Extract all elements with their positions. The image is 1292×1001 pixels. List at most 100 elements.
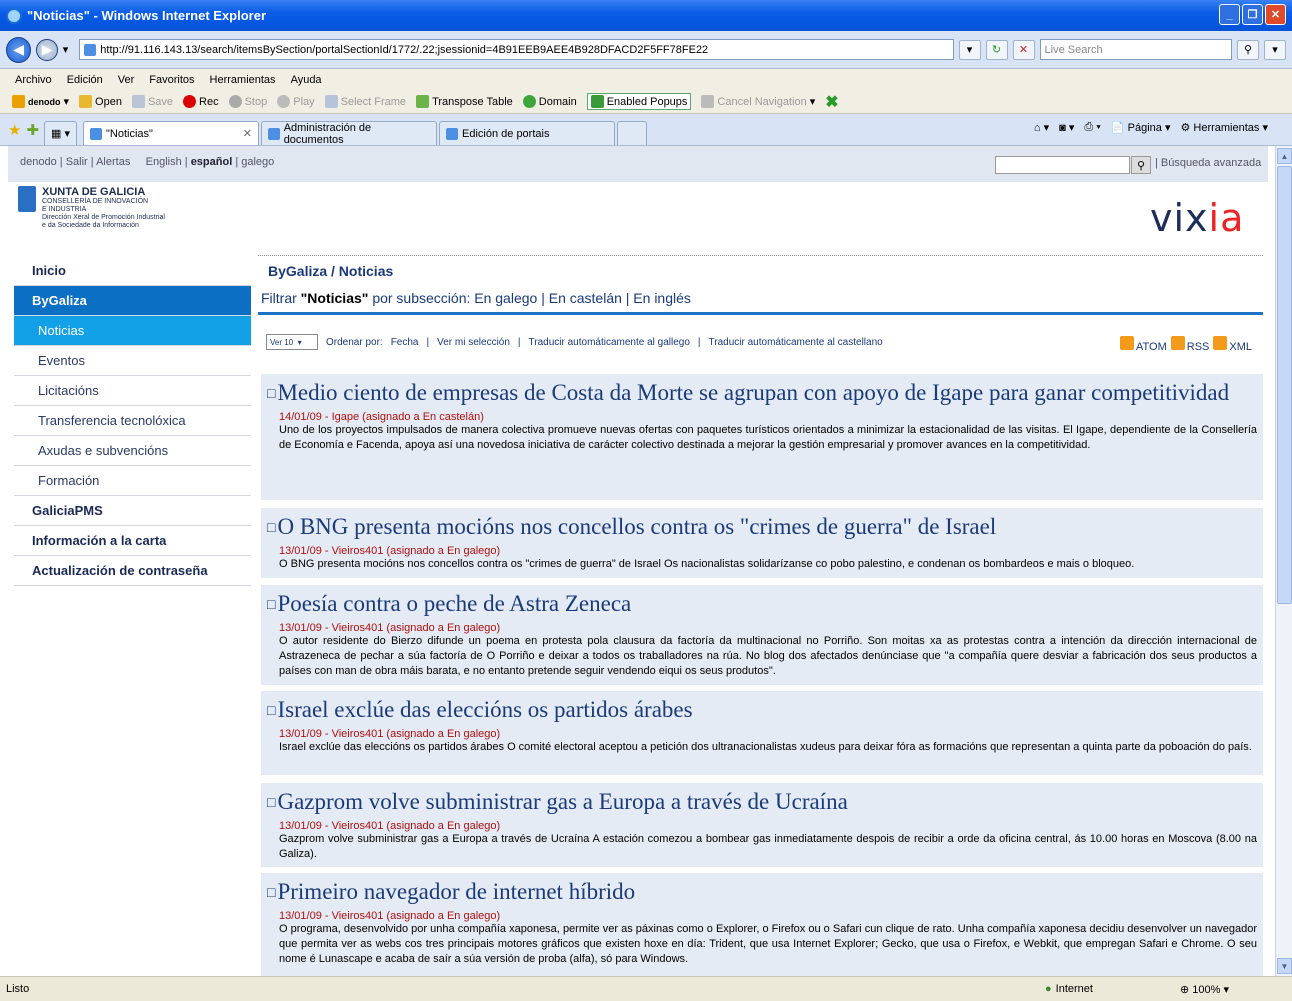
checkbox-icon[interactable]: □ bbox=[267, 598, 275, 613]
close-toolbar-icon[interactable]: ✖ bbox=[825, 92, 838, 112]
alertas-link[interactable]: Alertas bbox=[96, 156, 130, 168]
url-text: http://91.116.143.13/search/itemsBySecti… bbox=[100, 43, 709, 56]
xunta-logo[interactable]: XUNTA DE GALICIA CONSELLERÍA DE INNOVACI… bbox=[18, 186, 165, 230]
menu-ayuda[interactable]: Ayuda bbox=[291, 74, 322, 86]
site-search-input[interactable] bbox=[995, 156, 1130, 174]
url-input[interactable]: http://91.116.143.13/search/itemsBySecti… bbox=[79, 39, 954, 60]
filter-subsections[interactable]: por subsección: En galego | En castelán … bbox=[372, 290, 691, 306]
menu-edicion[interactable]: Edición bbox=[67, 74, 103, 86]
search-icon[interactable]: ⚲ bbox=[1237, 39, 1259, 60]
tab-administracion[interactable]: Administración de documentos bbox=[261, 121, 438, 146]
menu-ver[interactable]: Ver bbox=[118, 74, 135, 86]
advanced-search-link[interactable]: | Búsqueda avanzada bbox=[1155, 157, 1261, 169]
sidebar-item-eventos[interactable]: Eventos bbox=[14, 346, 251, 376]
translate-galician-link[interactable]: Traducir automáticamente al gallego bbox=[529, 337, 690, 348]
sidebar-item-contrasena[interactable]: Actualización de contraseña bbox=[14, 556, 251, 586]
translate-spanish-link[interactable]: Traducir automáticamente al castellano bbox=[709, 337, 883, 348]
site-search-icon[interactable]: ⚲ bbox=[1131, 156, 1151, 174]
forward-button[interactable]: ▶ bbox=[36, 38, 58, 61]
sidebar-item-licitacions[interactable]: Licitacións bbox=[14, 376, 251, 406]
tab-close-icon[interactable]: ✕ bbox=[243, 127, 252, 140]
favorites-star-icon[interactable]: ★ bbox=[8, 121, 21, 139]
cancel-navigation-button[interactable]: Cancel Navigation ▾ bbox=[701, 95, 815, 108]
news-title[interactable]: Gazprom volve subministrar gas a Europa … bbox=[277, 789, 847, 814]
sidebar-item-informacion[interactable]: Información a la carta bbox=[14, 526, 251, 556]
open-button[interactable]: Open bbox=[79, 95, 122, 108]
denodo-link[interactable]: denodo bbox=[20, 156, 57, 168]
checkbox-icon[interactable]: □ bbox=[267, 796, 275, 811]
atom-link[interactable]: ATOM bbox=[1120, 336, 1167, 353]
sidebar-item-noticias[interactable]: Noticias bbox=[14, 316, 251, 346]
my-selection-link[interactable]: Ver mi selección bbox=[437, 337, 510, 348]
stop-icon[interactable]: ✕ bbox=[1012, 39, 1035, 60]
sidebar: Inicio ByGaliza Noticias Eventos Licitac… bbox=[14, 256, 251, 586]
add-favorites-icon[interactable]: ✚ bbox=[26, 121, 39, 139]
sidebar-item-transferencia[interactable]: Transferencia tecnolóxica bbox=[14, 406, 251, 436]
search-options-icon[interactable]: ▾ bbox=[1264, 39, 1286, 60]
news-meta: 14/01/09 - Igape (asignado a En castelán… bbox=[279, 410, 484, 423]
page-menu[interactable]: 📄 Página ▾ bbox=[1111, 121, 1171, 134]
news-title[interactable]: Primeiro navegador de internet híbrido bbox=[277, 879, 635, 904]
select-frame-button[interactable]: Select Frame bbox=[324, 95, 406, 108]
vertical-scrollbar[interactable]: ▲ ▼ bbox=[1275, 146, 1292, 976]
checkbox-icon[interactable]: □ bbox=[267, 521, 275, 536]
history-dropdown-icon[interactable]: ▾ bbox=[63, 43, 69, 56]
checkbox-icon[interactable]: □ bbox=[267, 886, 275, 901]
home-icon[interactable]: ⌂ ▾ bbox=[1034, 121, 1049, 134]
scroll-up-icon[interactable]: ▲ bbox=[1277, 148, 1292, 164]
espanol-link[interactable]: español bbox=[191, 156, 233, 168]
rec-button[interactable]: Rec bbox=[183, 95, 219, 108]
menu-favoritos[interactable]: Favoritos bbox=[149, 74, 194, 86]
scroll-down-icon[interactable]: ▼ bbox=[1277, 958, 1292, 974]
checkbox-icon[interactable]: □ bbox=[267, 387, 275, 402]
english-link[interactable]: English bbox=[146, 156, 182, 168]
sidebar-item-bygaliza[interactable]: ByGaliza bbox=[14, 286, 251, 316]
print-icon[interactable]: ⎙ ▾ bbox=[1084, 121, 1100, 134]
live-search-input[interactable]: Live Search bbox=[1039, 39, 1232, 60]
sidebar-item-axudas[interactable]: Axudas e subvencións bbox=[14, 436, 251, 466]
news-title[interactable]: Medio ciento de empresas de Costa da Mor… bbox=[277, 380, 1229, 405]
tools-menu[interactable]: ⚙ Herramientas ▾ bbox=[1180, 121, 1268, 134]
stop-button[interactable]: Stop bbox=[228, 95, 267, 108]
order-fecha-link[interactable]: Fecha bbox=[391, 337, 419, 348]
new-tab-button[interactable] bbox=[617, 121, 648, 145]
page-size-select[interactable]: Ver 10 ▾ bbox=[266, 334, 318, 350]
sidebar-item-galiciapms[interactable]: GaliciaPMS bbox=[14, 496, 251, 526]
scroll-thumb[interactable] bbox=[1277, 166, 1292, 604]
news-item: □Israel exclúe das eleccións os partidos… bbox=[261, 691, 1263, 775]
url-dropdown-icon[interactable]: ▾ bbox=[958, 39, 981, 60]
refresh-icon[interactable]: ↻ bbox=[985, 39, 1008, 60]
save-button[interactable]: Save bbox=[131, 95, 173, 108]
zoom-control[interactable]: ⊕ 100% ▾ bbox=[1180, 983, 1229, 996]
sidebar-item-formacion[interactable]: Formación bbox=[14, 466, 251, 496]
news-title[interactable]: Israel exclúe das eleccións os partidos … bbox=[277, 697, 692, 722]
sidebar-item-inicio[interactable]: Inicio bbox=[14, 256, 251, 286]
filter-section: "Noticias" bbox=[300, 290, 369, 306]
xml-link[interactable]: XML bbox=[1213, 336, 1252, 353]
security-zone[interactable]: ● Internet bbox=[1045, 983, 1093, 995]
salir-link[interactable]: Salir bbox=[66, 156, 88, 168]
news-title[interactable]: Poesía contra o peche de Astra Zeneca bbox=[277, 591, 631, 616]
denodo-button[interactable]: denodo ▾ bbox=[12, 95, 69, 108]
vixia-logo[interactable]: vixia bbox=[1150, 196, 1244, 240]
tab-noticias[interactable]: "Noticias" ✕ bbox=[83, 121, 260, 145]
domain-button[interactable]: Domain bbox=[522, 95, 577, 108]
galego-link[interactable]: galego bbox=[241, 156, 274, 168]
feeds-icon[interactable]: ◙ ▾ bbox=[1059, 121, 1074, 134]
transpose-table-button[interactable]: Transpose Table bbox=[416, 95, 513, 108]
list-controls: Ver 10 ▾ Ordenar por: Fecha | Ver mi sel… bbox=[266, 334, 883, 350]
enabled-popups-button[interactable]: Enabled Popups bbox=[586, 93, 692, 110]
close-button[interactable]: ✕ bbox=[1265, 4, 1286, 25]
back-button[interactable]: ◀ bbox=[6, 36, 32, 63]
tab-edicion-portais[interactable]: Edición de portais bbox=[439, 121, 616, 145]
rss-link[interactable]: RSS bbox=[1170, 336, 1209, 353]
menu-herramientas[interactable]: Herramientas bbox=[210, 74, 276, 86]
play-button[interactable]: Play bbox=[277, 95, 315, 108]
menu-archivo[interactable]: Archivo bbox=[15, 74, 52, 86]
checkbox-icon[interactable]: □ bbox=[267, 704, 275, 719]
minimize-button[interactable]: _ bbox=[1219, 4, 1240, 25]
search-placeholder: Live Search bbox=[1044, 43, 1103, 56]
quick-tabs-button[interactable]: ▦ ▾ bbox=[44, 121, 78, 145]
maximize-button[interactable]: ❐ bbox=[1242, 4, 1263, 25]
news-title[interactable]: O BNG presenta mocións nos concellos con… bbox=[277, 514, 996, 539]
